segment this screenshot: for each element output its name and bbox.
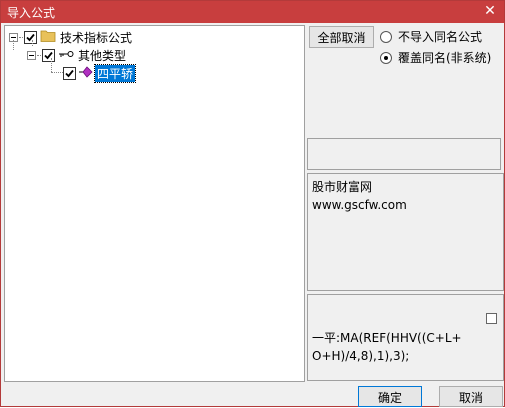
title-bar: 导入公式 ✕ (1, 1, 504, 23)
root-checkbox[interactable] (24, 30, 37, 44)
formula-text: 一平:MA(REF(HHV((C+L+O+H)/4,8),1),3); (312, 331, 462, 363)
key-icon (58, 48, 74, 62)
empty-info-panel (307, 138, 501, 170)
close-icon[interactable]: ✕ (482, 3, 498, 19)
import-formula-dialog: 导入公式 ✕ 技术指标公式 其他类型 四平轿 全部取消 不导入同名公式 覆盖同名… (0, 0, 505, 407)
description-line-1: 股市财富网 (312, 180, 373, 194)
formula-panel: 一平:MA(REF(HHV((C+L+O+H)/4,8),1),3); (307, 294, 504, 381)
collapse-icon[interactable] (27, 50, 36, 60)
radio-skip-icon[interactable] (380, 30, 392, 43)
tree-root-label: 技术指标公式 (60, 30, 133, 45)
child-checkbox[interactable] (42, 48, 55, 62)
formula-tree: 技术指标公式 其他类型 四平轿 (4, 25, 305, 382)
radio-skip-label: 不导入同名公式 (398, 30, 483, 44)
formula-diamond-icon (79, 65, 93, 81)
tree-node-root[interactable]: 技术指标公式 (9, 29, 132, 45)
dialog-title: 导入公式 (7, 6, 56, 20)
folder-icon (40, 29, 56, 45)
description-panel: 股市财富网 www.gscfw.com (307, 173, 504, 291)
tree-child-label: 其他类型 (78, 48, 127, 63)
radio-skip-duplicates[interactable]: 不导入同名公式 (380, 28, 482, 45)
radio-overwrite-duplicates[interactable]: 覆盖同名(非系统) (380, 49, 491, 66)
radio-overwrite-label: 覆盖同名(非系统) (398, 51, 492, 65)
radio-overwrite-icon[interactable] (380, 51, 392, 64)
cancel-button[interactable]: 取消 (439, 386, 503, 407)
tree-node-leaf[interactable]: 四平轿 (63, 63, 137, 83)
formula-panel-checkbox[interactable] (486, 313, 497, 324)
tree-leaf-label[interactable]: 四平轿 (93, 63, 137, 83)
tree-node-child[interactable]: 其他类型 (27, 47, 126, 63)
description-line-2: www.gscfw.com (312, 198, 407, 212)
ok-button[interactable]: 确定 (358, 386, 422, 407)
leaf-checkbox[interactable] (63, 66, 76, 80)
cancel-all-button[interactable]: 全部取消 (309, 26, 374, 48)
description-text: 股市财富网 www.gscfw.com (312, 178, 407, 214)
